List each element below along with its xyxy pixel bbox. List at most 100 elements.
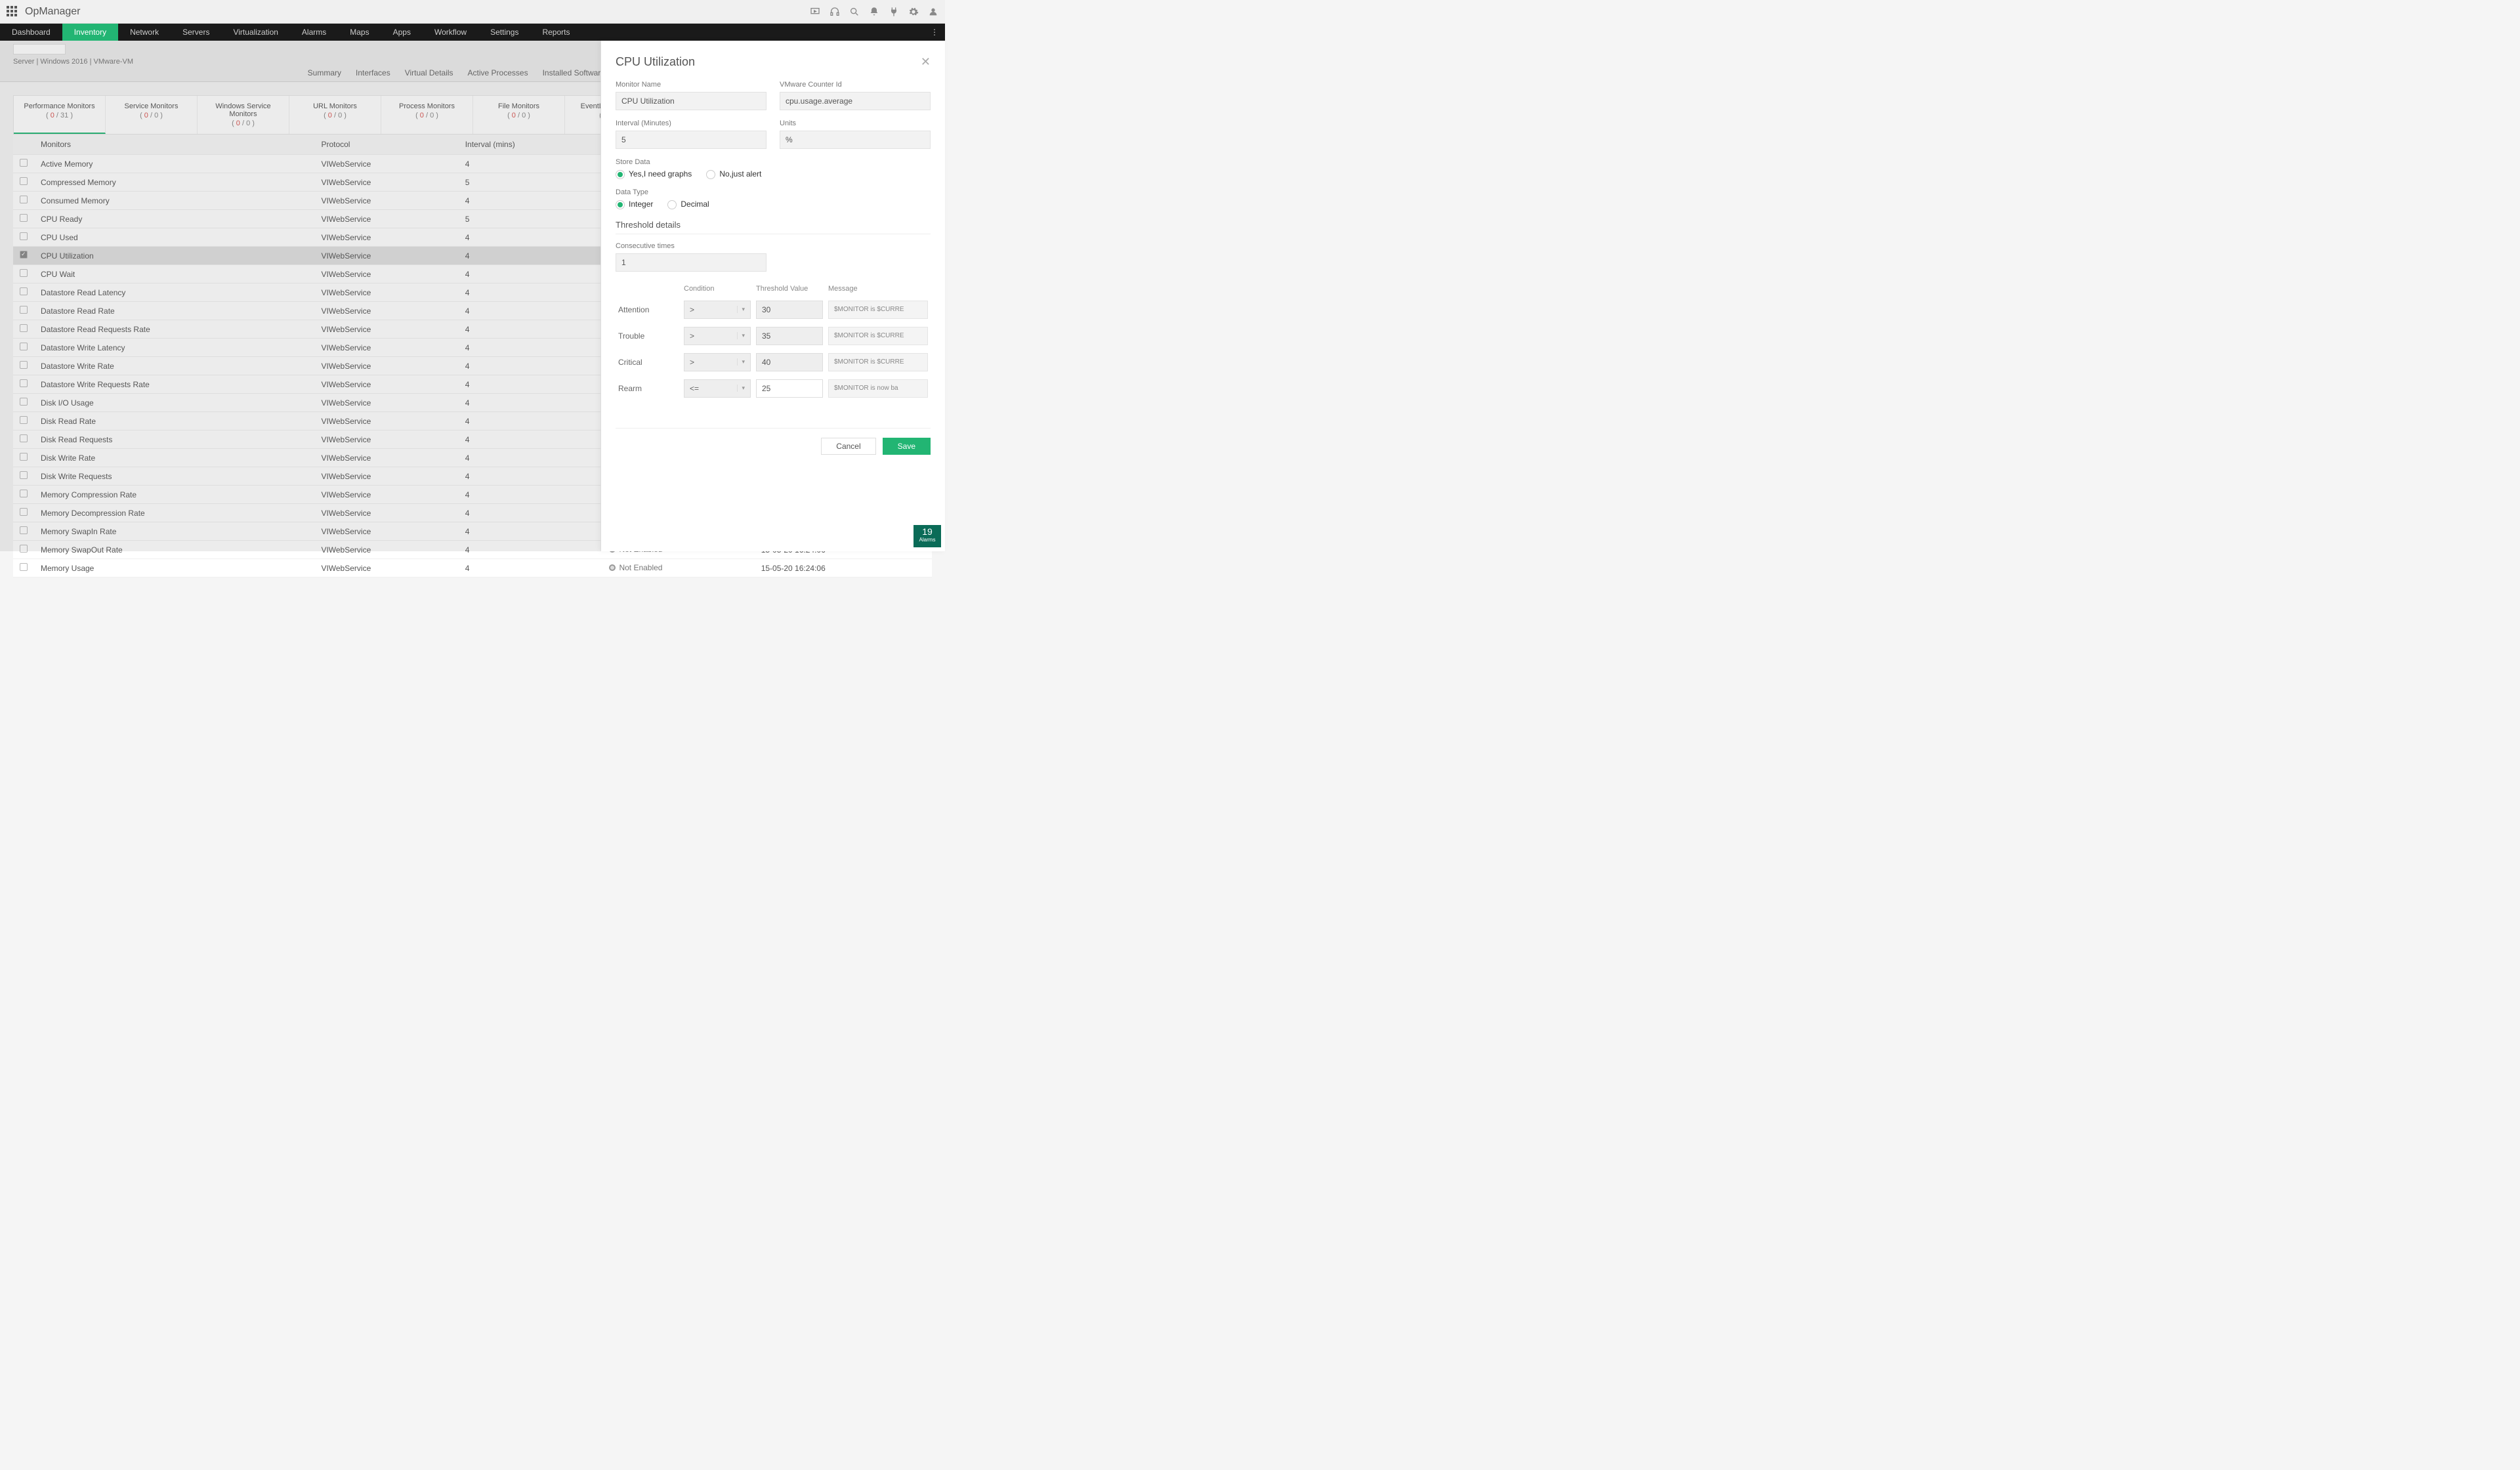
monitor-name-cell: CPU Ready	[34, 210, 314, 228]
row-checkbox[interactable]	[20, 471, 28, 479]
table-row[interactable]: Memory UsageVIWebService4Not Enabled15-0…	[13, 559, 932, 578]
headset-icon[interactable]	[830, 7, 840, 17]
interval-cell: 4	[459, 357, 603, 375]
row-checkbox[interactable]	[20, 361, 28, 369]
store-yes-radio[interactable]: Yes,I need graphs	[616, 169, 692, 179]
subtab-summary[interactable]: Summary	[308, 68, 341, 77]
col-header[interactable]: Interval (mins)	[459, 135, 603, 155]
row-checkbox[interactable]	[20, 343, 28, 350]
nav-more-icon[interactable]: ⋮	[924, 24, 945, 41]
row-checkbox[interactable]	[20, 434, 28, 442]
threshold-value-input[interactable]	[756, 327, 823, 345]
app-name: OpManager	[25, 6, 81, 18]
top-header: OpManager	[0, 0, 945, 24]
plug-icon[interactable]	[889, 7, 899, 17]
row-checkbox[interactable]	[20, 545, 28, 553]
bell-icon[interactable]	[869, 7, 879, 17]
condition-select[interactable]: >▾	[684, 301, 751, 319]
row-checkbox[interactable]	[20, 490, 28, 497]
message-box[interactable]: $MONITOR is $CURRE	[828, 327, 928, 345]
protocol-cell: VIWebService	[314, 320, 458, 339]
app-grid-icon[interactable]	[7, 6, 18, 18]
gear-icon[interactable]	[908, 7, 919, 17]
monitor-name-input[interactable]	[616, 92, 766, 110]
nav-maps[interactable]: Maps	[338, 24, 381, 41]
row-checkbox[interactable]	[20, 398, 28, 406]
row-checkbox[interactable]	[20, 269, 28, 277]
row-checkbox[interactable]	[20, 563, 28, 571]
interval-cell: 4	[459, 320, 603, 339]
nav-servers[interactable]: Servers	[171, 24, 221, 41]
condition-select[interactable]: >▾	[684, 353, 751, 371]
message-box[interactable]: $MONITOR is $CURRE	[828, 301, 928, 319]
close-icon[interactable]: ✕	[921, 55, 931, 69]
row-checkbox[interactable]	[20, 453, 28, 461]
alarm-badge[interactable]: 19 Alarms	[914, 525, 941, 547]
dtype-integer-radio[interactable]: Integer	[616, 200, 653, 209]
nav-inventory[interactable]: Inventory	[62, 24, 118, 41]
user-icon[interactable]	[928, 7, 938, 17]
counter-id-input[interactable]	[780, 92, 931, 110]
threshold-value-input[interactable]	[756, 379, 823, 398]
interval-cell: 4	[459, 155, 603, 173]
row-checkbox[interactable]	[20, 287, 28, 295]
row-checkbox[interactable]	[20, 177, 28, 185]
mtype-tab-3[interactable]: URL Monitors( 0 / 0 )	[289, 96, 381, 134]
interval-cell: 4	[459, 302, 603, 320]
protocol-cell: VIWebService	[314, 265, 458, 284]
units-input[interactable]	[780, 131, 931, 149]
nav-reports[interactable]: Reports	[530, 24, 581, 41]
row-checkbox[interactable]	[20, 324, 28, 332]
save-button[interactable]: Save	[883, 438, 931, 455]
interval-cell: 4	[459, 284, 603, 302]
col-header[interactable]	[13, 135, 34, 155]
mtype-tab-4[interactable]: Process Monitors( 0 / 0 )	[381, 96, 473, 134]
condition-select[interactable]: <=▾	[684, 379, 751, 398]
row-checkbox[interactable]	[20, 159, 28, 167]
interval-input[interactable]	[616, 131, 766, 149]
row-checkbox[interactable]	[20, 306, 28, 314]
row-checkbox[interactable]	[20, 232, 28, 240]
mtype-tab-0[interactable]: Performance Monitors( 0 / 31 )	[14, 96, 106, 134]
device-name-input[interactable]	[13, 44, 66, 54]
row-checkbox[interactable]	[20, 196, 28, 203]
row-checkbox[interactable]	[20, 379, 28, 387]
cancel-button[interactable]: Cancel	[821, 438, 875, 455]
row-checkbox[interactable]	[20, 526, 28, 534]
subtab-active-processes[interactable]: Active Processes	[468, 68, 528, 77]
row-checkbox[interactable]	[20, 251, 28, 259]
col-header[interactable]: Protocol	[314, 135, 458, 155]
units-label: Units	[780, 119, 931, 127]
mtype-tab-2[interactable]: Windows Service Monitors( 0 / 0 )	[198, 96, 289, 134]
subtab-installed-software[interactable]: Installed Software	[543, 68, 605, 77]
nav-network[interactable]: Network	[118, 24, 171, 41]
monitor-name-cell: Memory Usage	[34, 559, 314, 578]
dtype-decimal-radio[interactable]: Decimal	[667, 200, 709, 209]
protocol-cell: VIWebService	[314, 522, 458, 541]
threshold-value-input[interactable]	[756, 301, 823, 319]
present-icon[interactable]	[810, 7, 820, 17]
subtab-interfaces[interactable]: Interfaces	[356, 68, 390, 77]
subtab-virtual-details[interactable]: Virtual Details	[405, 68, 453, 77]
row-checkbox[interactable]	[20, 214, 28, 222]
threshold-value-input[interactable]	[756, 353, 823, 371]
mtype-tab-1[interactable]: Service Monitors( 0 / 0 )	[106, 96, 198, 134]
condition-select[interactable]: >▾	[684, 327, 751, 345]
nav-dashboard[interactable]: Dashboard	[0, 24, 62, 41]
row-checkbox[interactable]	[20, 508, 28, 516]
data-type-label: Data Type	[616, 188, 931, 196]
row-checkbox[interactable]	[20, 416, 28, 424]
mtype-tab-5[interactable]: File Monitors( 0 / 0 )	[473, 96, 565, 134]
monitor-name-cell: Memory Compression Rate	[34, 486, 314, 504]
nav-alarms[interactable]: Alarms	[290, 24, 338, 41]
message-box[interactable]: $MONITOR is now ba	[828, 379, 928, 398]
nav-workflow[interactable]: Workflow	[423, 24, 478, 41]
message-box[interactable]: $MONITOR is $CURRE	[828, 353, 928, 371]
nav-apps[interactable]: Apps	[381, 24, 423, 41]
search-icon[interactable]	[849, 7, 860, 17]
col-header[interactable]: Monitors	[34, 135, 314, 155]
consecutive-input[interactable]	[616, 253, 766, 272]
store-no-radio[interactable]: No,just alert	[706, 169, 761, 179]
nav-virtualization[interactable]: Virtualization	[221, 24, 289, 41]
nav-settings[interactable]: Settings	[478, 24, 530, 41]
